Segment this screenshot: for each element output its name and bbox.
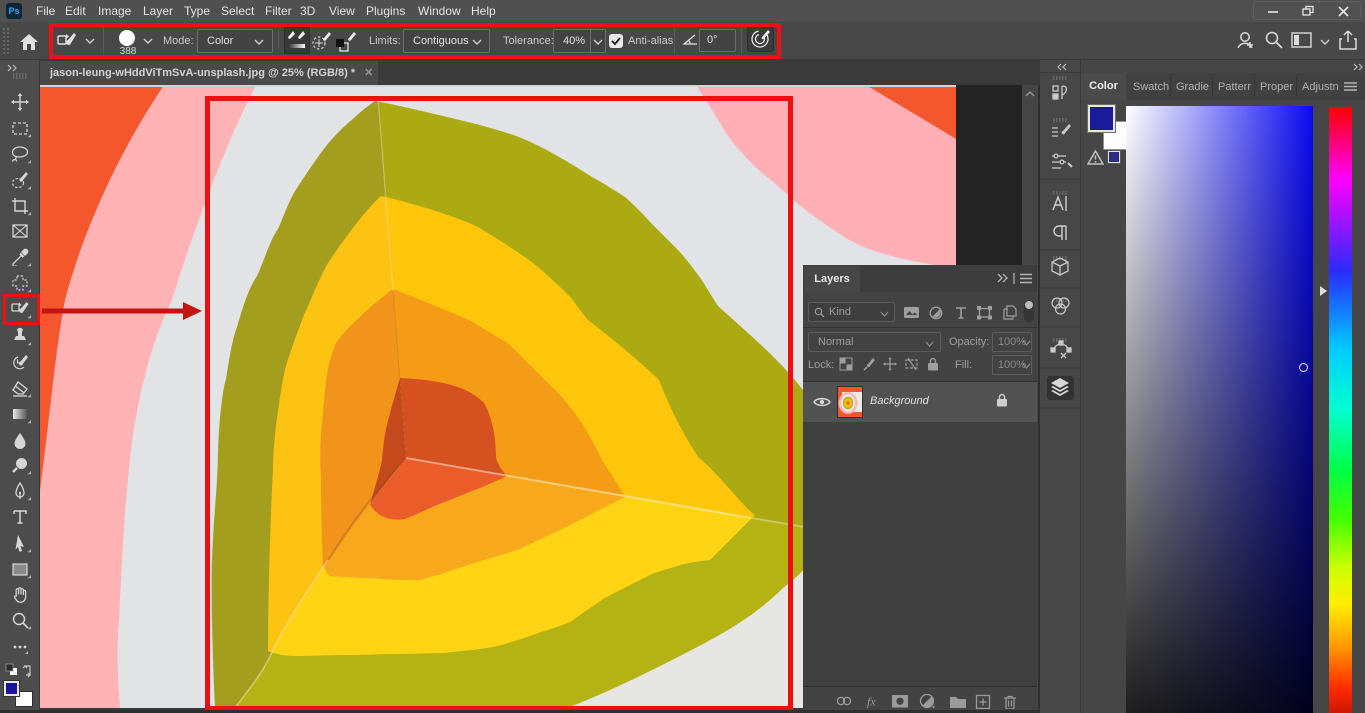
- svg-text:fx: fx: [867, 695, 876, 709]
